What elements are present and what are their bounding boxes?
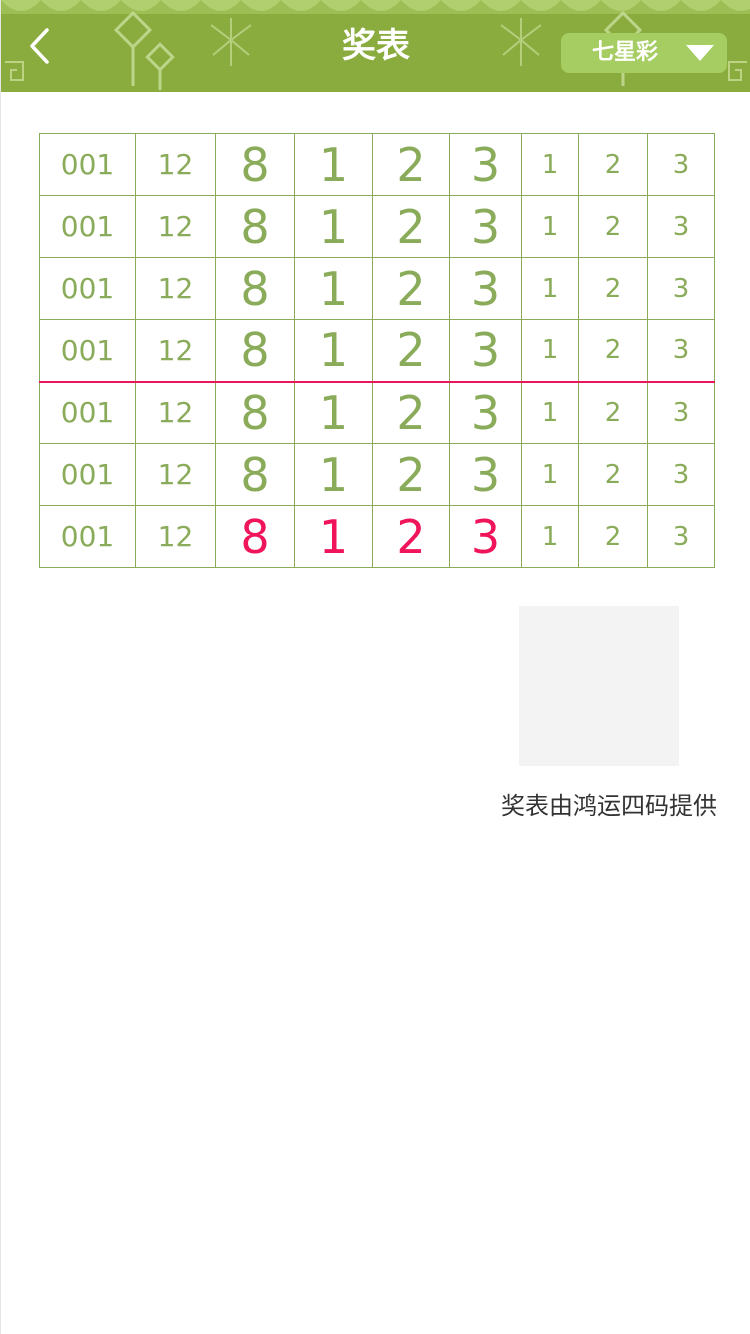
- extra-digit-cell: 2: [578, 443, 648, 506]
- extra-digit-cell: 3: [647, 133, 715, 196]
- chevron-left-icon: [30, 28, 49, 64]
- back-button[interactable]: [17, 22, 61, 70]
- table-row: 001 12 8 1 2 3 1 2 3: [39, 380, 715, 444]
- extra-digit-cell: 2: [578, 257, 648, 320]
- lottery-type-label: 七星彩: [591, 40, 658, 65]
- main-digit-cell: 3: [449, 505, 522, 568]
- main-digit-cell: 8: [215, 380, 295, 444]
- table-row: 001 12 8 1 2 3 1 2 3: [39, 195, 715, 258]
- triangle-down-icon: [686, 45, 714, 61]
- image-placeholder: [519, 606, 679, 766]
- extra-digit-cell: 2: [578, 195, 648, 258]
- extra-digit-cell: 1: [521, 380, 579, 444]
- main-digit-cell: 1: [294, 195, 373, 258]
- extra-digit-cell: 1: [521, 505, 579, 568]
- extra-digit-cell: 3: [647, 443, 715, 506]
- sum-cell: 12: [135, 257, 216, 320]
- main-digit-cell: 3: [449, 133, 522, 196]
- main-digit-cell: 3: [449, 319, 522, 382]
- main-digit-cell: 2: [372, 380, 450, 444]
- extra-digit-cell: 2: [578, 380, 648, 444]
- main-digit-cell: 3: [449, 257, 522, 320]
- provider-credit: 奖表由鸿运四码提供: [501, 792, 717, 820]
- main-digit-cell: 1: [294, 443, 373, 506]
- main-digit-cell: 1: [294, 257, 373, 320]
- main-digit-cell: 8: [215, 133, 295, 196]
- main-digit-cell: 2: [372, 505, 450, 568]
- main-digit-cell: 8: [215, 195, 295, 258]
- issue-cell: 001: [39, 505, 136, 568]
- sum-cell: 12: [135, 505, 216, 568]
- main-digit-cell: 8: [215, 443, 295, 506]
- page-title: 奖表: [342, 26, 410, 66]
- extra-digit-cell: 1: [521, 443, 579, 506]
- extra-digit-cell: 2: [578, 319, 648, 382]
- extra-digit-cell: 3: [647, 257, 715, 320]
- main-digit-cell: 2: [372, 257, 450, 320]
- extra-digit-cell: 3: [647, 319, 715, 382]
- sum-cell: 12: [135, 380, 216, 444]
- issue-cell: 001: [39, 319, 136, 382]
- sum-cell: 12: [135, 195, 216, 258]
- extra-digit-cell: 1: [521, 319, 579, 382]
- issue-cell: 001: [39, 195, 136, 258]
- extra-digit-cell: 2: [578, 133, 648, 196]
- extra-digit-cell: 3: [647, 505, 715, 568]
- main-digit-cell: 2: [372, 133, 450, 196]
- sum-cell: 12: [135, 443, 216, 506]
- issue-cell: 001: [39, 133, 136, 196]
- main-digit-cell: 1: [294, 133, 373, 196]
- header-bar: 奖表 七星彩: [1, 0, 750, 92]
- extra-digit-cell: 1: [521, 257, 579, 320]
- table-row: 001 12 8 1 2 3 1 2 3: [39, 319, 715, 382]
- extra-digit-cell: 1: [521, 195, 579, 258]
- lottery-type-dropdown[interactable]: 七星彩: [561, 33, 727, 73]
- main-digit-cell: 8: [215, 319, 295, 382]
- issue-cell: 001: [39, 380, 136, 444]
- main-digit-cell: 2: [372, 319, 450, 382]
- main-digit-cell: 2: [372, 195, 450, 258]
- extra-digit-cell: 3: [647, 195, 715, 258]
- main-digit-cell: 8: [215, 257, 295, 320]
- extra-digit-cell: 2: [578, 505, 648, 568]
- extra-digit-cell: 1: [521, 133, 579, 196]
- table-row: 001 12 8 1 2 3 1 2 3: [39, 505, 715, 568]
- prize-table: 001 12 8 1 2 3 1 2 3 001 12 8 1 2 3 1 2 3 001 12 8 1 2 3 1 2 3 001 1…: [39, 133, 715, 568]
- main-digit-cell: 1: [294, 319, 373, 382]
- table-row: 001 12 8 1 2 3 1 2 3: [39, 257, 715, 320]
- main-digit-cell: 1: [294, 505, 373, 568]
- main-digit-cell: 3: [449, 195, 522, 258]
- main-digit-cell: 1: [294, 380, 373, 444]
- table-row: 001 12 8 1 2 3 1 2 3: [39, 133, 715, 196]
- main-digit-cell: 3: [449, 443, 522, 506]
- issue-cell: 001: [39, 443, 136, 506]
- main-digit-cell: 2: [372, 443, 450, 506]
- extra-digit-cell: 3: [647, 380, 715, 444]
- main-digit-cell: 3: [449, 380, 522, 444]
- sum-cell: 12: [135, 319, 216, 382]
- main-digit-cell: 8: [215, 505, 295, 568]
- prize-table-body: 001 12 8 1 2 3 1 2 3 001 12 8 1 2 3 1 2 3 001 12 8 1 2 3 1 2 3 001 1…: [39, 133, 715, 568]
- sum-cell: 12: [135, 133, 216, 196]
- table-row: 001 12 8 1 2 3 1 2 3: [39, 443, 715, 506]
- issue-cell: 001: [39, 257, 136, 320]
